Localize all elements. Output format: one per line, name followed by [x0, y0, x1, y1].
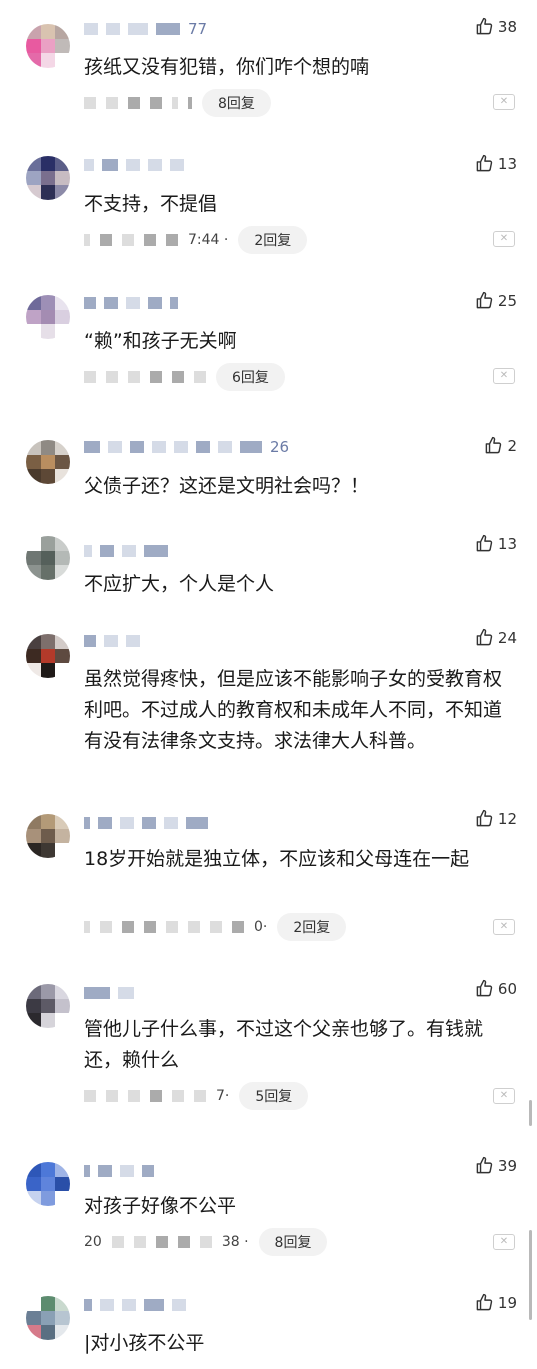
like-button[interactable]: 60: [475, 979, 517, 998]
comment-text: “赖”和孩子无关啊: [84, 330, 237, 352]
like-button[interactable]: 12: [475, 809, 517, 828]
avatar[interactable]: [26, 295, 70, 339]
thumbs-up-icon: [476, 534, 493, 552]
like-count: 25: [497, 291, 517, 310]
comment-text: 父债子还？这还是文明社会吗？！: [84, 475, 370, 497]
comment-meta: 8回复: [84, 88, 271, 118]
comment-meta: 7· 5回复: [84, 1081, 309, 1111]
avatar[interactable]: [26, 1296, 70, 1340]
comment-text: 不应扩大，个人是个人: [84, 573, 275, 595]
close-icon[interactable]: ✕: [493, 1088, 515, 1104]
avatar[interactable]: [26, 536, 70, 580]
reply-count-button[interactable]: 2回复: [238, 226, 308, 254]
username[interactable]: [84, 634, 148, 648]
like-count: 24: [497, 628, 517, 647]
comment-meta: 6回复: [84, 362, 285, 392]
comment-time: 7·: [216, 1088, 230, 1104]
thumbs-up-icon: [476, 979, 493, 997]
avatar[interactable]: [26, 814, 70, 858]
avatar[interactable]: [26, 440, 70, 484]
comment-text: |对小孩不公平: [84, 1332, 205, 1354]
avatar[interactable]: [26, 634, 70, 678]
comment-date-prefix: 20: [84, 1234, 102, 1250]
reply-count-button[interactable]: 6回复: [216, 363, 285, 391]
like-count: 19: [497, 1293, 517, 1312]
comment-time: 7:44 ·: [188, 232, 229, 248]
like-count: 13: [497, 534, 517, 553]
reply-count-button[interactable]: 2回复: [277, 913, 347, 941]
like-count: 12: [497, 809, 517, 828]
like-count: 13: [497, 154, 517, 173]
like-button[interactable]: 19: [475, 1293, 517, 1312]
close-icon[interactable]: ✕: [493, 94, 515, 110]
thumbs-up-icon: [476, 154, 493, 172]
comment-text: 孩纸又没有犯错，你们咋个想的喃: [84, 56, 370, 78]
username[interactable]: [84, 296, 186, 310]
comment-text: 18岁开始就是独立体，不应该和父母连在一起: [84, 848, 470, 870]
thumbs-up-icon: [476, 809, 493, 827]
reply-count-button[interactable]: 5回复: [239, 1082, 309, 1110]
comment-meta: 20 38 · 8回复: [84, 1227, 328, 1257]
like-button[interactable]: 13: [475, 534, 517, 553]
thumbs-up-icon: [476, 17, 493, 35]
avatar[interactable]: [26, 984, 70, 1028]
thumbs-up-icon: [476, 1293, 493, 1311]
reply-count-button[interactable]: 8回复: [202, 89, 271, 117]
like-count: 60: [497, 979, 517, 998]
thumbs-up-icon: [476, 291, 493, 309]
close-icon[interactable]: ✕: [493, 231, 515, 247]
comment-meta: 7:44 · 2回复: [84, 225, 308, 255]
reply-count-button[interactable]: 8回复: [258, 1228, 328, 1256]
scrollbar[interactable]: [529, 1230, 532, 1320]
comment-text: 不支持，不提倡: [84, 193, 218, 215]
scrollbar[interactable]: [529, 1100, 532, 1126]
comment-meta: 0· 2回复: [84, 912, 347, 942]
close-icon[interactable]: ✕: [493, 368, 515, 384]
thumbs-up-icon: [486, 436, 502, 454]
username-tail: 77: [188, 20, 208, 38]
username[interactable]: [84, 158, 192, 172]
close-icon[interactable]: ✕: [493, 919, 515, 935]
username[interactable]: [84, 986, 142, 1000]
comment-text: 对孩子好像不公平: [84, 1195, 237, 1217]
username[interactable]: [84, 1298, 194, 1312]
like-count: 39: [497, 1156, 517, 1175]
like-button[interactable]: 13: [475, 154, 517, 173]
username[interactable]: [84, 544, 176, 558]
comment-text: 虽然觉得疼快，但是应该不能影响子女的受教育权利吧。不过成人的教育权和未成年人不同…: [84, 668, 503, 752]
comment-time: 38 ·: [221, 1234, 249, 1250]
like-count: 2: [507, 436, 517, 455]
comment-text: 管他儿子什么事，不过这个父亲也够了。有钱就还，赖什么: [84, 1018, 484, 1071]
like-button[interactable]: 39: [475, 1156, 517, 1175]
close-icon[interactable]: ✕: [493, 1234, 515, 1250]
thumbs-up-icon: [476, 628, 493, 646]
username[interactable]: 77: [84, 20, 208, 38]
avatar[interactable]: [26, 1162, 70, 1206]
like-button[interactable]: 25: [475, 291, 517, 310]
thumbs-up-icon: [476, 1156, 493, 1174]
avatar[interactable]: [26, 156, 70, 200]
like-button[interactable]: 24: [475, 628, 517, 647]
like-button[interactable]: 38: [475, 17, 517, 36]
username[interactable]: [84, 816, 216, 830]
username[interactable]: 26: [84, 438, 289, 456]
username[interactable]: [84, 1164, 162, 1178]
like-count: 38: [497, 17, 517, 36]
avatar[interactable]: [26, 24, 70, 68]
like-button[interactable]: 2: [484, 436, 517, 455]
comment-time: 0·: [254, 919, 268, 935]
